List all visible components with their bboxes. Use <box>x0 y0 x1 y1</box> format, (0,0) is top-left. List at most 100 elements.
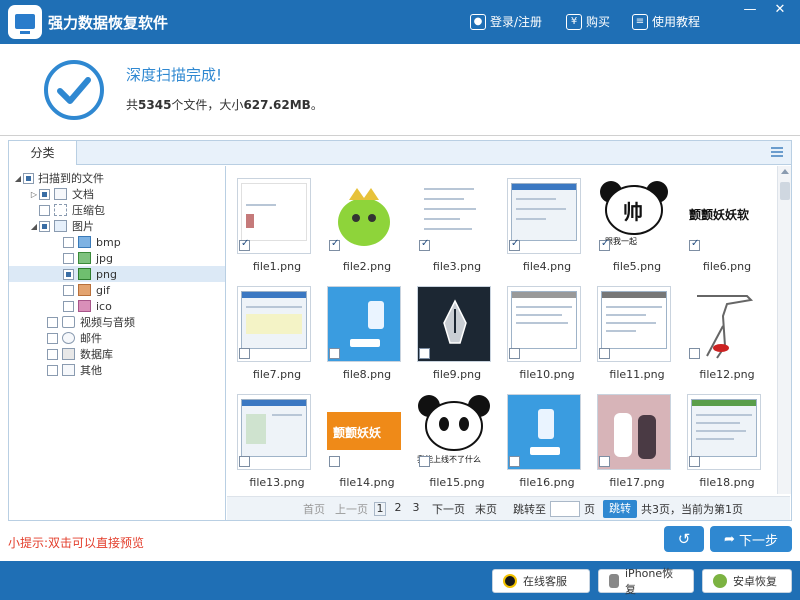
checkbox[interactable] <box>23 172 34 184</box>
tree-label: 其他 <box>80 364 102 377</box>
tree-item-bmp[interactable]: bmp <box>9 234 225 250</box>
file-checkbox[interactable] <box>239 348 250 359</box>
file-item[interactable]: 颤颤妖妖 file14.png <box>323 392 403 492</box>
last-page-link[interactable]: 末页 <box>475 501 497 517</box>
checkbox[interactable] <box>63 252 74 264</box>
file-checkbox[interactable] <box>509 456 520 467</box>
file-name: file5.png <box>612 260 662 273</box>
file-checkbox[interactable] <box>419 238 430 251</box>
file-item[interactable]: file11.png <box>593 284 673 384</box>
checkbox[interactable] <box>47 316 58 328</box>
next-step-button[interactable]: ➦ 下一步 <box>710 526 792 552</box>
file-checkbox[interactable] <box>419 456 430 467</box>
file-item[interactable]: 我能上线不了什么 file15.png <box>413 392 493 492</box>
scroll-up-icon[interactable] <box>781 169 789 174</box>
file-item[interactable]: file3.png <box>413 176 493 276</box>
file-name: file3.png <box>432 260 482 273</box>
collapse-icon[interactable]: ◢ <box>29 222 39 231</box>
file-checkbox[interactable] <box>689 348 700 359</box>
file-item[interactable]: 颤颤妖妖软 file6.png <box>683 176 763 276</box>
file-name: file10.png <box>519 368 575 381</box>
file-item[interactable]: file10.png <box>503 284 583 384</box>
file-checkbox[interactable] <box>599 238 610 251</box>
minimize-button[interactable]: — <box>738 0 762 22</box>
buy-link[interactable]: ¥ 购买 <box>566 13 610 30</box>
page-status: 共3页，当前为第1页 <box>641 502 743 516</box>
jump-button[interactable]: 跳转 <box>603 499 637 518</box>
tree-item-video-audio[interactable]: 视频与音频 <box>9 314 225 330</box>
file-checkbox[interactable] <box>329 238 340 251</box>
file-name: file13.png <box>249 476 305 489</box>
tutorial-link[interactable]: ≡ 使用教程 <box>632 13 700 30</box>
file-item[interactable]: file16.png <box>503 392 583 492</box>
back-button[interactable]: ↺ <box>664 526 704 552</box>
checkbox[interactable] <box>63 284 74 296</box>
file-checkbox[interactable] <box>329 348 340 359</box>
tree-item-png[interactable]: png <box>9 266 225 282</box>
page-1-link[interactable]: 1 <box>374 501 386 516</box>
tree-item-archives[interactable]: 压缩包 <box>9 202 225 218</box>
checkbox[interactable] <box>39 220 50 232</box>
tree-item-ico[interactable]: ico <box>9 298 225 314</box>
first-page-link[interactable]: 首页 <box>303 501 325 517</box>
login-link[interactable]: ● 登录/注册 <box>470 13 542 30</box>
file-item[interactable]: file12.png <box>683 284 763 384</box>
page-3-link[interactable]: 3 <box>410 501 422 516</box>
tree-item-mail[interactable]: 邮件 <box>9 330 225 346</box>
file-item[interactable]: file4.png <box>503 176 583 276</box>
file-checkbox[interactable] <box>419 348 430 359</box>
online-service-button[interactable]: 在线客服 <box>492 569 590 593</box>
file-checkbox[interactable] <box>239 238 250 251</box>
android-recovery-button[interactable]: 安卓恢复 <box>702 569 792 593</box>
close-button[interactable]: ✕ <box>768 0 792 22</box>
file-item[interactable]: file18.png <box>683 392 763 492</box>
file-checkbox[interactable] <box>509 238 520 251</box>
file-item[interactable]: file8.png <box>323 284 403 384</box>
file-item[interactable]: file1.png <box>233 176 313 276</box>
file-item[interactable]: file9.png <box>413 284 493 384</box>
tree-item-other[interactable]: 其他 <box>9 362 225 378</box>
checkbox[interactable] <box>47 348 58 360</box>
next-page-link[interactable]: 下一页 <box>432 501 465 517</box>
jump-label: 跳转至 <box>513 502 546 516</box>
collapse-icon[interactable]: ◢ <box>13 174 23 183</box>
checkbox[interactable] <box>39 204 50 216</box>
checkbox[interactable] <box>63 300 74 312</box>
checkbox[interactable] <box>63 268 74 280</box>
prev-page-link[interactable]: 上一页 <box>335 501 368 517</box>
tab-category[interactable]: 分类 <box>9 141 77 165</box>
file-checkbox[interactable] <box>689 456 700 467</box>
tree-item-jpg[interactable]: jpg <box>9 250 225 266</box>
iphone-recovery-button[interactable]: iPhone恢复 <box>598 567 694 596</box>
tree-item-documents[interactable]: ▷ 文档 <box>9 186 225 202</box>
tree-item-root[interactable]: ◢ 扫描到的文件 <box>9 170 225 186</box>
tree-label: jpg <box>96 251 114 265</box>
scan-header: 深度扫描完成! 共5345个文件，大小627.62MB。 <box>0 44 800 136</box>
file-checkbox[interactable] <box>509 348 520 359</box>
scroll-thumb[interactable] <box>780 182 790 200</box>
tree-item-gif[interactable]: gif <box>9 282 225 298</box>
file-item[interactable]: file2.png <box>323 176 403 276</box>
file-checkbox[interactable] <box>599 348 610 359</box>
file-checkbox[interactable] <box>239 456 250 467</box>
tree-item-database[interactable]: 数据库 <box>9 346 225 362</box>
file-item[interactable]: file17.png <box>593 392 673 492</box>
checkbox[interactable] <box>47 364 58 376</box>
page-2-link[interactable]: 2 <box>392 501 404 516</box>
view-menu-icon[interactable] <box>771 147 783 157</box>
grid-scrollbar[interactable] <box>777 166 791 494</box>
tree-label: gif <box>96 283 110 297</box>
more-icon <box>62 364 75 376</box>
file-checkbox[interactable] <box>599 456 610 467</box>
checkbox[interactable] <box>47 332 58 344</box>
file-checkbox[interactable] <box>329 456 340 467</box>
expand-icon[interactable]: ▷ <box>29 190 39 199</box>
jump-page-input[interactable] <box>550 500 580 517</box>
file-checkbox[interactable] <box>689 238 700 251</box>
checkbox[interactable] <box>39 188 50 200</box>
checkbox[interactable] <box>63 236 74 248</box>
file-item[interactable]: 帅 跟我一起 file5.png <box>593 176 673 276</box>
tree-item-images[interactable]: ◢ 图片 <box>9 218 225 234</box>
file-item[interactable]: file7.png <box>233 284 313 384</box>
file-item[interactable]: file13.png <box>233 392 313 492</box>
